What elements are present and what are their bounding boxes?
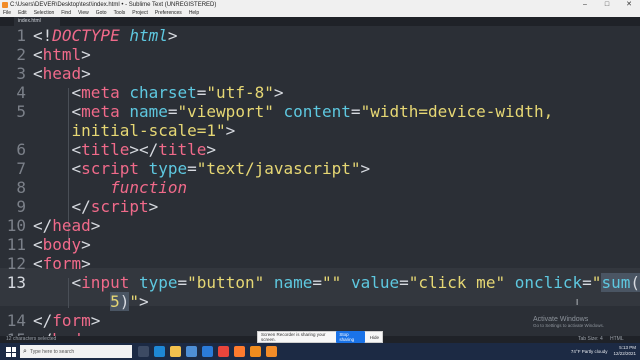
mail-icon[interactable] bbox=[202, 346, 213, 357]
sublime-icon bbox=[2, 2, 8, 8]
code-line: <body> bbox=[33, 235, 91, 254]
code-line: function bbox=[110, 178, 188, 197]
task-view-icon[interactable] bbox=[138, 346, 149, 357]
line-number: 11 bbox=[6, 235, 26, 254]
sublime-taskbar-icon[interactable] bbox=[266, 346, 277, 357]
line-number: 5 bbox=[16, 102, 26, 121]
menu-edit[interactable]: Edit bbox=[18, 10, 27, 17]
vlc-icon[interactable] bbox=[250, 346, 261, 357]
tab-size-status[interactable]: Tab Size: 4 bbox=[578, 336, 603, 343]
line-number: 1 bbox=[16, 26, 26, 45]
line-number: 10 bbox=[6, 216, 26, 235]
activate-windows-watermark: Activate Windows Go to Settings to activ… bbox=[533, 316, 604, 328]
code-line: <meta charset="utf-8"> bbox=[71, 83, 284, 102]
selection-status: 12 characters selected bbox=[6, 336, 57, 342]
edge-icon[interactable] bbox=[154, 346, 165, 357]
menu-file[interactable]: File bbox=[3, 10, 11, 17]
windows-start-icon[interactable] bbox=[6, 347, 16, 357]
code-line: <html> bbox=[33, 45, 91, 64]
text-cursor-icon: I bbox=[576, 298, 579, 307]
hide-button[interactable]: Hide bbox=[370, 335, 379, 340]
code-line: <meta name="viewport" content="width=dev… bbox=[71, 102, 554, 121]
line-number: 4 bbox=[16, 83, 26, 102]
code-line: </script> bbox=[71, 197, 159, 216]
syntax-status[interactable]: HTML bbox=[610, 336, 624, 343]
line-number: 13 bbox=[6, 273, 26, 292]
store-icon[interactable] bbox=[186, 346, 197, 357]
maximize-icon[interactable]: □ bbox=[596, 0, 618, 10]
line-number: 3 bbox=[16, 64, 26, 83]
menu-goto[interactable]: Goto bbox=[96, 10, 107, 17]
taskbar: ⌕ Type here to search 74°F Partly cloudy… bbox=[0, 343, 640, 360]
line-number: 2 bbox=[16, 45, 26, 64]
code-line: <title></title> bbox=[71, 140, 217, 159]
menu-tools[interactable]: Tools bbox=[114, 10, 126, 17]
code-line: <script type="text/javascript"> bbox=[71, 159, 371, 178]
taskbar-search[interactable]: ⌕ Type here to search bbox=[20, 345, 132, 358]
menu-find[interactable]: Find bbox=[61, 10, 71, 17]
menu-bar: File Edit Selection Find View Goto Tools… bbox=[0, 10, 640, 17]
code-line: <input type="button" name="" value="clic… bbox=[33, 273, 640, 292]
menu-project[interactable]: Project bbox=[132, 10, 148, 17]
tab-bar: index.html bbox=[0, 17, 640, 26]
code-line: initial-scale=1"> bbox=[71, 121, 236, 140]
code-line: <form> bbox=[33, 254, 91, 273]
menu-view[interactable]: View bbox=[78, 10, 89, 17]
code-line: </head> bbox=[33, 216, 101, 235]
line-number: 9 bbox=[16, 197, 26, 216]
tab-index-html[interactable]: index.html bbox=[14, 17, 60, 26]
window-title: C:\Users\DEVER\Desktop\test\index.html •… bbox=[10, 2, 217, 8]
firefox-icon[interactable] bbox=[234, 346, 245, 357]
search-icon: ⌕ bbox=[23, 347, 27, 355]
share-message: Screen Recorder is sharing your screen. bbox=[261, 332, 326, 342]
menu-help[interactable]: Help bbox=[189, 10, 199, 17]
code-line: <!DOCTYPE html> bbox=[33, 26, 178, 45]
chrome-icon[interactable] bbox=[218, 346, 229, 357]
activate-title: Activate Windows bbox=[533, 316, 589, 323]
line-number: 6 bbox=[16, 140, 26, 159]
menu-preferences[interactable]: Preferences bbox=[155, 10, 182, 17]
line-number: 14 bbox=[6, 311, 26, 330]
code-line: 5)"> bbox=[110, 292, 149, 311]
line-number: 7 bbox=[16, 159, 26, 178]
title-bar: C:\Users\DEVER\Desktop\test\index.html •… bbox=[0, 0, 640, 10]
line-number: 12 bbox=[6, 254, 26, 273]
taskbar-apps bbox=[138, 346, 282, 357]
close-icon[interactable]: ✕ bbox=[618, 0, 640, 10]
search-placeholder: Type here to search bbox=[30, 348, 75, 355]
clock-date: 12/22/2021 bbox=[613, 351, 636, 356]
file-explorer-icon[interactable] bbox=[170, 346, 181, 357]
code-editor[interactable]: 1 2 3 4 5 6 7 8 9 10 11 12 13 14 15 <!DO… bbox=[0, 26, 640, 336]
system-tray: 74°F Partly cloudy 5:13 PM 12/22/2021 bbox=[571, 345, 636, 357]
code-line: </form> bbox=[33, 311, 101, 330]
stop-sharing-button[interactable]: Stop sharing bbox=[336, 331, 365, 343]
activate-subtitle: Go to Settings to activate Windows. bbox=[533, 323, 605, 328]
window-controls: – □ ✕ bbox=[574, 0, 640, 10]
clock[interactable]: 5:13 PM 12/22/2021 bbox=[613, 345, 636, 357]
line-number: 8 bbox=[16, 178, 26, 197]
menu-selection[interactable]: Selection bbox=[34, 10, 55, 17]
weather-widget[interactable]: 74°F Partly cloudy bbox=[571, 349, 608, 354]
minimize-icon[interactable]: – bbox=[574, 0, 596, 10]
code-line: <head> bbox=[33, 64, 91, 83]
screen-share-bar: Screen Recorder is sharing your screen. … bbox=[257, 331, 383, 343]
